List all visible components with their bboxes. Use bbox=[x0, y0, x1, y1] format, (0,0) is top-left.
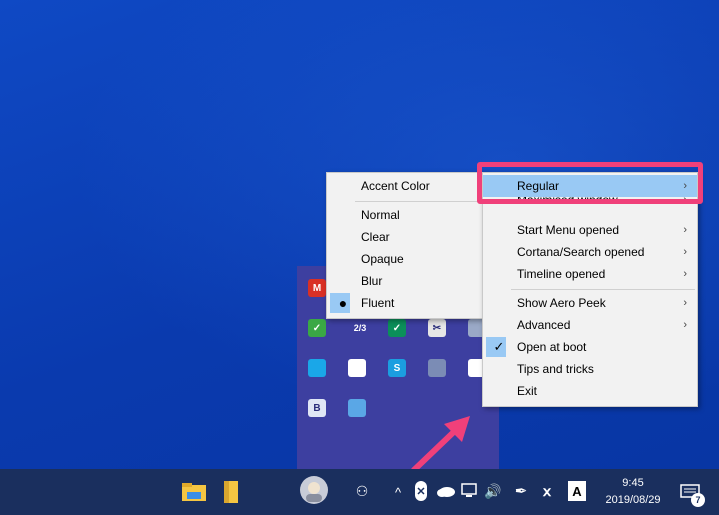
network-icon[interactable] bbox=[460, 483, 478, 499]
menu-item-advanced[interactable]: Advanced › bbox=[483, 314, 697, 336]
submenu-item-label: Blur bbox=[361, 274, 383, 288]
menu-item-timeline-opened[interactable]: Timeline opened › bbox=[483, 263, 697, 285]
folder-icon bbox=[182, 483, 206, 501]
radio-dot-icon: ● bbox=[338, 295, 348, 311]
chevron-right-icon: › bbox=[683, 224, 687, 236]
bluetooth-icon[interactable]: ✕ bbox=[415, 481, 427, 501]
bolt-icon[interactable] bbox=[308, 359, 326, 377]
avatar-image-icon bbox=[306, 482, 322, 502]
notification-count-badge: 7 bbox=[691, 493, 705, 507]
accent-color-header-label: Accent Color bbox=[361, 179, 430, 193]
pen-icon[interactable]: ✒ bbox=[512, 481, 530, 501]
submenu-item-blur[interactable]: Blur bbox=[327, 270, 484, 292]
checkmark-icon: ✓ bbox=[493, 339, 505, 354]
search-tool-icon[interactable] bbox=[428, 359, 446, 377]
menu-item-open-at-boot[interactable]: ✓ Open at boot bbox=[483, 336, 697, 358]
ime-icon[interactable]: A bbox=[568, 481, 586, 501]
chevron-right-icon: › bbox=[683, 319, 687, 331]
submenu-item-label: Opaque bbox=[361, 252, 404, 266]
translucenttb-context-menu: Regular › Maximised window › Start Menu … bbox=[482, 172, 698, 407]
file-explorer-icon[interactable] bbox=[180, 480, 208, 504]
menu-item-label: Tips and tricks bbox=[517, 362, 594, 376]
submenu-item-fluent[interactable]: ● Fluent bbox=[327, 292, 484, 314]
menu-item-label: Exit bbox=[517, 384, 538, 398]
accent-color-header: Accent Color bbox=[327, 175, 484, 197]
shield-check-icon[interactable]: ✓ bbox=[308, 319, 326, 337]
page-count-icon[interactable]: 2/3 bbox=[348, 319, 372, 337]
snip-icon[interactable]: ✂ bbox=[428, 319, 446, 337]
skype-icon[interactable]: S bbox=[388, 359, 406, 377]
onedrive-icon[interactable] bbox=[436, 484, 456, 498]
people-icon[interactable]: ⚇ bbox=[352, 481, 372, 501]
clock-date: 2019/08/29 bbox=[605, 494, 661, 506]
menu-separator bbox=[355, 201, 482, 202]
input-icon[interactable]: ⅹ bbox=[538, 481, 556, 501]
accent-color-submenu: Accent Color Normal Clear Opaque Blur ● … bbox=[326, 172, 485, 319]
menu-item-start-menu-opened[interactable]: Start Menu opened › bbox=[483, 219, 697, 241]
submenu-item-opaque[interactable]: Opaque bbox=[327, 248, 484, 270]
taskbar-clock[interactable]: 9:45 2019/08/29 bbox=[598, 475, 668, 509]
translucenttb-icon[interactable]: B bbox=[308, 399, 326, 417]
volume-icon[interactable]: 🔊 bbox=[484, 481, 502, 501]
submenu-item-label: Fluent bbox=[361, 296, 395, 310]
menu-item-label: Timeline opened bbox=[517, 267, 606, 281]
highlight-box bbox=[477, 162, 703, 204]
submenu-item-label: Normal bbox=[361, 208, 400, 222]
menu-item-label: Show Aero Peek bbox=[517, 296, 606, 310]
menu-item-label: Open at boot bbox=[517, 340, 587, 354]
gmail-icon[interactable]: M bbox=[308, 279, 326, 297]
menu-item-show-aero-peek[interactable]: Show Aero Peek › bbox=[483, 292, 697, 314]
menu-item-cortana-search-opened[interactable]: Cortana/Search opened › bbox=[483, 241, 697, 263]
extra-app-icon[interactable] bbox=[348, 399, 366, 417]
clock-time: 9:45 bbox=[622, 477, 644, 489]
show-hidden-icons-chevron-icon[interactable]: ^ bbox=[390, 483, 406, 501]
menu-item-label: Start Menu opened bbox=[517, 223, 620, 237]
chevron-right-icon: › bbox=[683, 268, 687, 280]
folder-icon[interactable] bbox=[220, 479, 242, 505]
avatar[interactable] bbox=[300, 476, 328, 504]
menu-item-label: Advanced bbox=[517, 318, 571, 332]
chevron-up-icon: ^ bbox=[394, 484, 402, 500]
lock-icon[interactable] bbox=[348, 359, 366, 377]
submenu-item-label: Clear bbox=[361, 230, 390, 244]
notification-center-icon[interactable]: 7 bbox=[678, 480, 705, 507]
security-icon[interactable]: ✓ bbox=[388, 319, 406, 337]
menu-item-label: Cortana/Search opened bbox=[517, 245, 645, 259]
menu-item-tips-and-tricks[interactable]: Tips and tricks bbox=[483, 358, 697, 380]
menu-separator bbox=[511, 289, 695, 290]
menu-item-exit[interactable]: Exit bbox=[483, 380, 697, 402]
chevron-right-icon: › bbox=[683, 246, 687, 258]
chevron-right-icon: › bbox=[683, 297, 687, 309]
submenu-item-clear[interactable]: Clear bbox=[327, 226, 484, 248]
submenu-item-normal[interactable]: Normal bbox=[327, 204, 484, 226]
